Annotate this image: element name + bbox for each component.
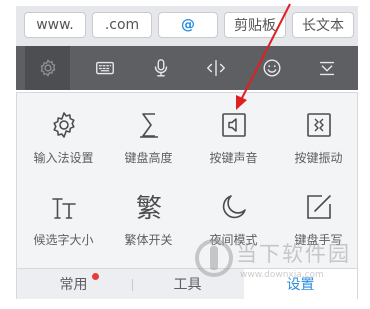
microphone-icon (154, 59, 167, 77)
keyboard-height-item[interactable]: 键盘高度 (106, 97, 191, 183)
cursor-move-button[interactable] (193, 46, 238, 90)
notification-dot (92, 273, 99, 280)
keyboard-toolbar (16, 46, 358, 90)
key-vibrate-item[interactable]: 按键振动 (276, 97, 361, 183)
speaker-icon (221, 113, 246, 137)
font-size-icon (51, 198, 76, 219)
traditional-glyph: 繁 (135, 194, 161, 223)
sigma-height-icon (139, 113, 158, 138)
traditional-char-icon: 繁 (135, 194, 161, 223)
vibrate-icon (306, 113, 331, 137)
tab-settings[interactable]: 设置 (244, 269, 357, 299)
clipboard-button[interactable]: 剪贴板 (224, 12, 286, 38)
quick-insert-bar: www. .com @ 剪贴板 长文本 (16, 6, 358, 46)
keyboard-height-label: 键盘高度 (124, 151, 173, 165)
cursor-move-icon (206, 59, 225, 77)
tab-common[interactable]: 常用 (17, 269, 130, 299)
key-vibrate-label: 按键振动 (294, 151, 343, 165)
keyboard-switch-button[interactable] (82, 46, 127, 90)
settings-toggle-button[interactable] (25, 46, 70, 90)
bottom-tab-bar: 常用 工具 设置 (17, 268, 357, 299)
handwriting-label: 键盘手写 (294, 233, 343, 247)
night-mode-item[interactable]: 夜间模式 (191, 179, 276, 265)
moon-icon (222, 195, 246, 219)
collapse-icon (319, 61, 334, 76)
keyboard-icon (95, 61, 114, 75)
candidate-size-item[interactable]: 候选字大小 (21, 179, 106, 265)
emoji-button[interactable] (249, 46, 294, 90)
collapse-keyboard-button[interactable] (304, 46, 349, 90)
handwriting-icon (306, 195, 331, 219)
key-sound-label: 按键声音 (209, 151, 258, 165)
night-mode-label: 夜间模式 (209, 233, 258, 247)
emoji-icon (263, 59, 280, 77)
voice-input-button[interactable] (138, 46, 183, 90)
traditional-toggle-item[interactable]: 繁 繁体开关 (106, 179, 191, 265)
traditional-toggle-label: 繁体开关 (124, 233, 173, 247)
handwriting-item[interactable]: 键盘手写 (276, 179, 361, 265)
ime-settings-item[interactable]: 输入法设置 (21, 97, 106, 183)
long-text-button[interactable]: 长文本 (292, 12, 354, 38)
gear-icon (40, 59, 55, 77)
dot-com-button[interactable]: .com (92, 12, 152, 38)
tab-tools-label: 工具 (173, 277, 202, 293)
www-button[interactable]: www. (24, 12, 86, 38)
tab-settings-label: 设置 (286, 277, 315, 293)
candidate-size-label: 候选字大小 (33, 233, 94, 247)
tab-common-label: 常用 (59, 277, 88, 293)
key-sound-item[interactable]: 按键声音 (191, 97, 276, 183)
at-button[interactable]: @ (158, 12, 218, 38)
ime-settings-label: 输入法设置 (33, 151, 94, 165)
gear-icon (52, 112, 75, 138)
tab-tools[interactable]: 工具 (131, 269, 244, 299)
